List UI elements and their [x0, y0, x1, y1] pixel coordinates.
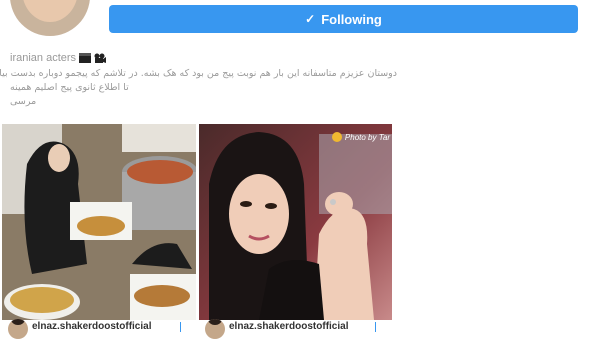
following-button[interactable]: ✓ Following — [109, 5, 578, 33]
post-photo-portrait-image — [199, 124, 392, 320]
post-user-row[interactable]: elnaz.shakerdoostofficial — [8, 319, 151, 339]
avatar[interactable] — [205, 319, 225, 339]
post-photo-portrait[interactable]: Photo by Tar — [199, 124, 392, 320]
sun-icon — [331, 132, 342, 142]
photo-credit: Photo by Tar — [331, 132, 390, 142]
bio-line-1: دوستان عزیزم متاسفانه این بار هم نوبت پی… — [0, 68, 397, 79]
photo-credit-text: Photo by Tar — [344, 132, 390, 142]
bio-line-3: مرسی — [10, 96, 37, 107]
avatar[interactable] — [8, 319, 28, 339]
divider — [375, 322, 376, 332]
post-photo-cooking-image — [2, 124, 196, 320]
check-icon: ✓ — [305, 12, 316, 26]
bio-name: iranian acters — [10, 52, 107, 64]
bio-line-2: تا اطلاع ثانوی پیج اصلیم همینه — [10, 82, 129, 93]
bio-name-text: iranian acters — [10, 52, 77, 64]
following-label: Following — [321, 11, 382, 27]
post-user-row[interactable]: elnaz.shakerdoostofficial — [205, 319, 348, 339]
movie-camera-icon — [94, 53, 107, 63]
avatar-face — [22, 0, 78, 22]
profile-avatar[interactable] — [10, 0, 90, 36]
clapperboard-icon — [79, 53, 92, 63]
post-photo-cooking[interactable] — [2, 124, 196, 320]
divider — [180, 322, 181, 332]
